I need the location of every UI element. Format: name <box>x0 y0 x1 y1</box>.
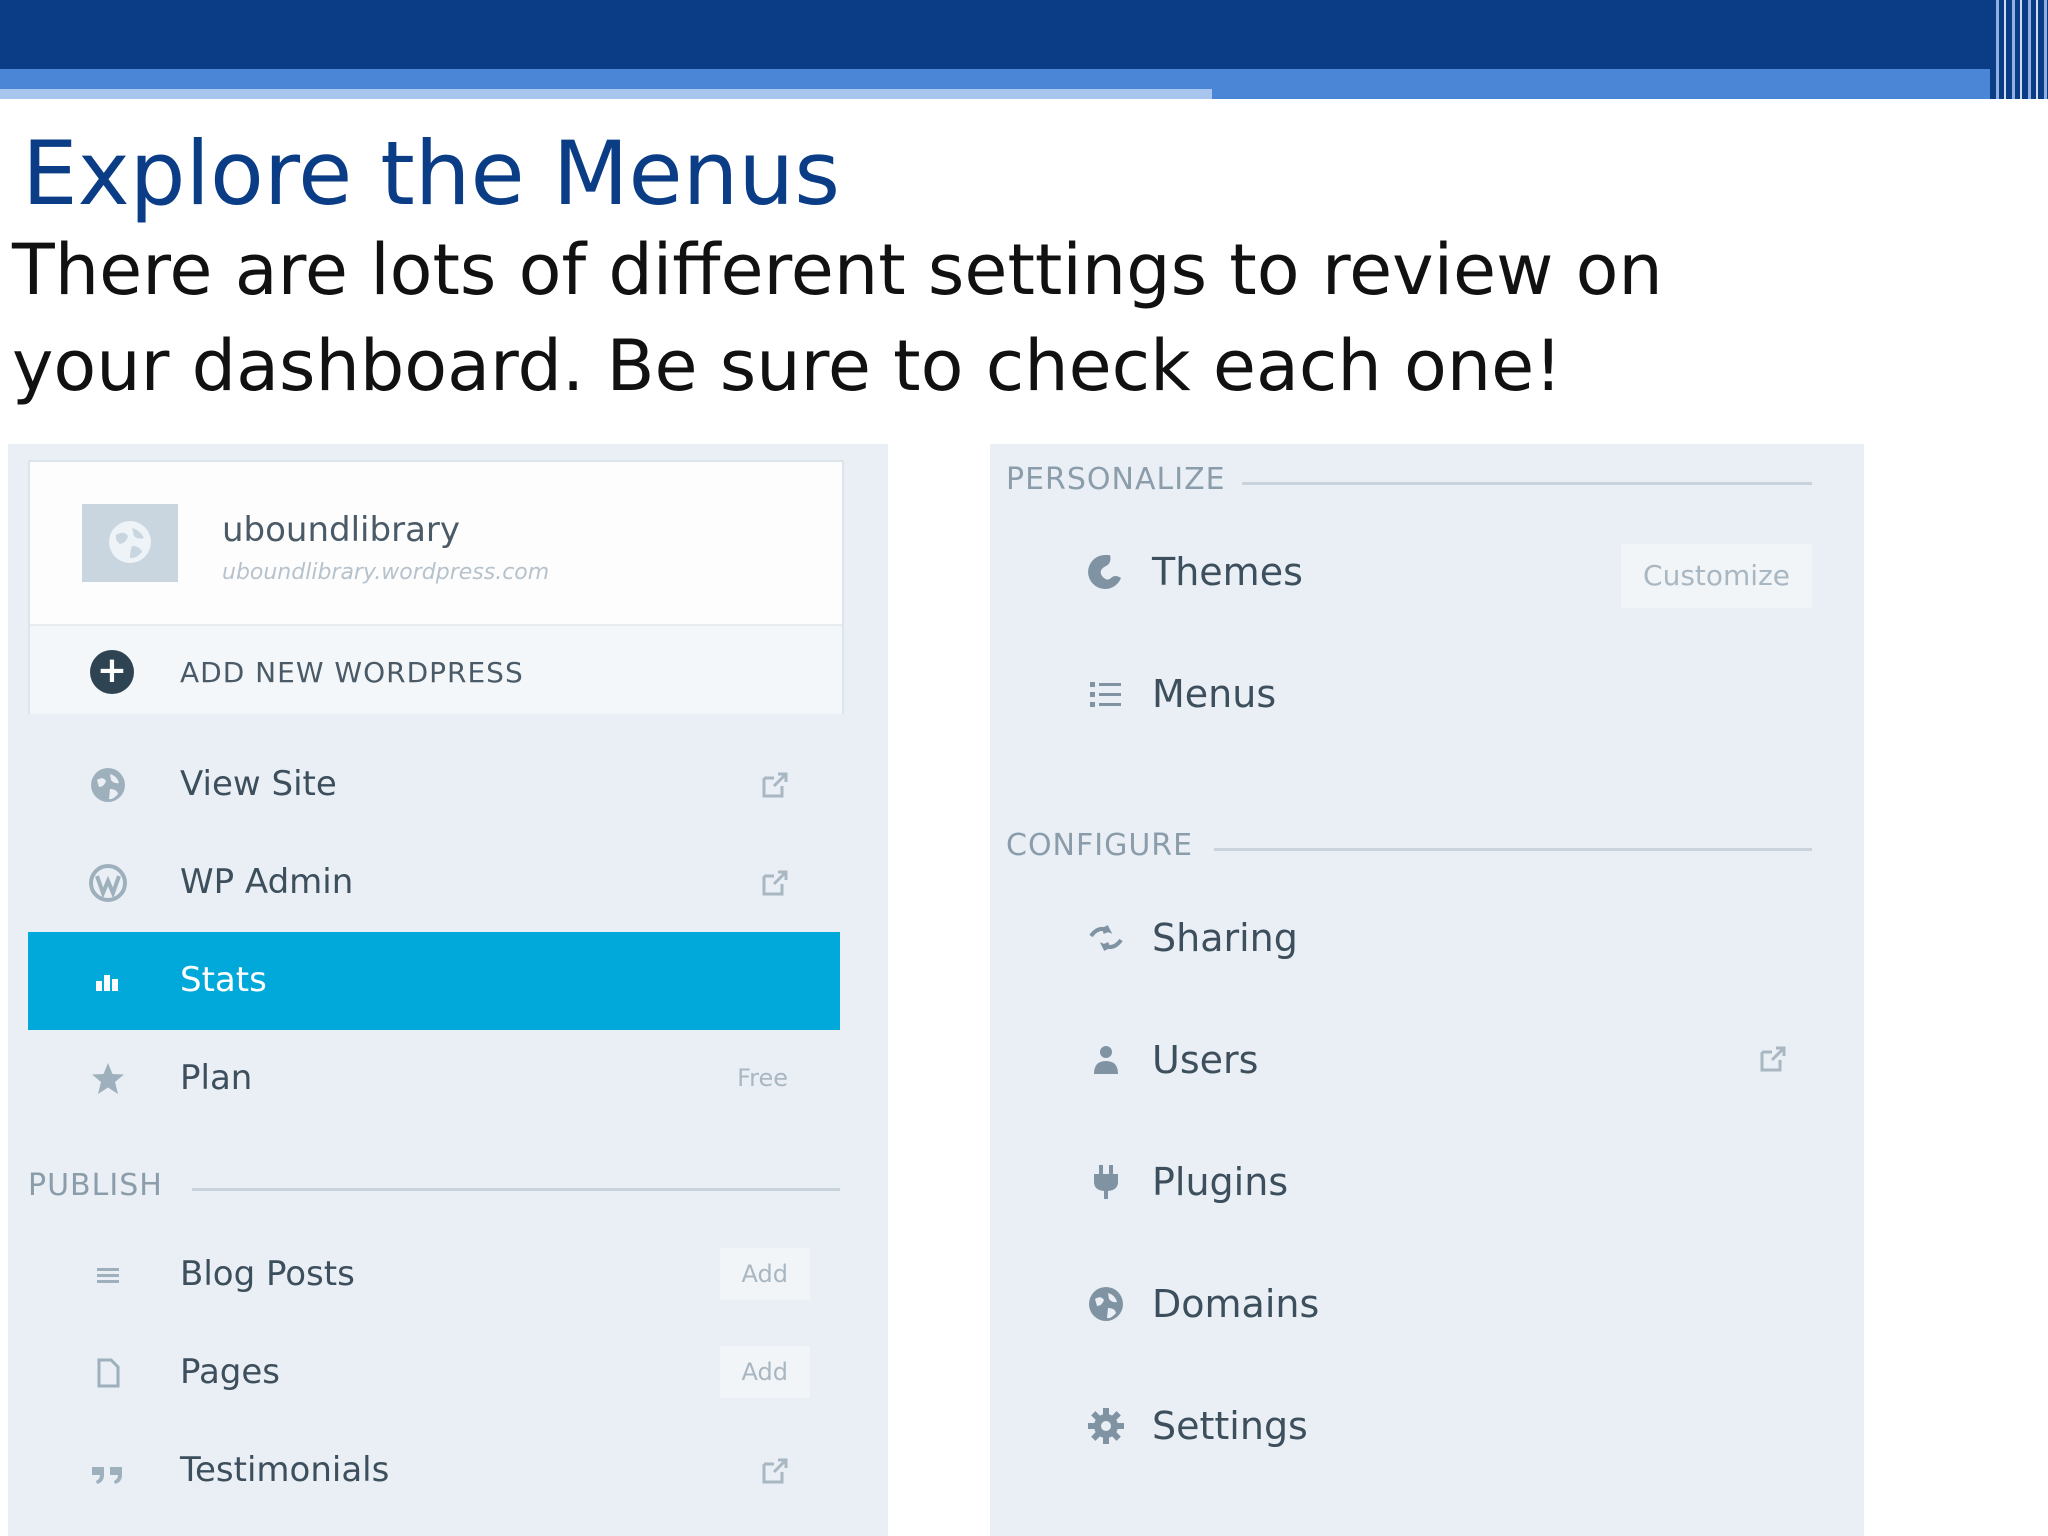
add-page-button[interactable]: Add <box>719 1346 810 1398</box>
add-new-wordpress-button[interactable]: + ADD NEW WORDPRESS <box>30 624 842 714</box>
sidebar-item-wp-admin[interactable]: WP Admin <box>28 834 840 932</box>
sidebar-item-view-site[interactable]: View Site <box>28 736 840 834</box>
sidebar-item-blog-posts[interactable]: Blog Posts Add <box>28 1226 840 1324</box>
sidebar-item-settings[interactable]: Settings <box>1010 1366 1822 1488</box>
left-sidebar-screenshot: uboundlibrary uboundlibrary.wordpress.co… <box>8 444 888 1536</box>
quote-icon <box>92 1467 122 1484</box>
sidebar-item-testimonials[interactable]: Testimonials <box>28 1422 840 1520</box>
add-blog-post-button[interactable]: Add <box>719 1248 810 1300</box>
sidebar-item-label: Stats <box>180 960 267 1000</box>
customize-button[interactable]: Customize <box>1621 544 1812 608</box>
sidebar-item-label: Domains <box>1152 1282 1320 1326</box>
section-heading-publish: PUBLISH <box>28 1168 840 1208</box>
sidebar-item-label: Themes <box>1152 550 1303 594</box>
globe-icon <box>1089 1287 1123 1321</box>
user-icon <box>1094 1046 1118 1074</box>
section-divider <box>1242 482 1812 485</box>
header-light-band <box>0 89 1212 99</box>
plan-badge: Free <box>737 1064 788 1092</box>
sidebar-item-plan[interactable]: Plan Free <box>28 1030 840 1128</box>
section-heading-configure: CONFIGURE <box>1006 828 1812 868</box>
sidebar-item-plugins[interactable]: Plugins <box>1010 1122 1822 1244</box>
sidebar-item-themes[interactable]: Themes Customize <box>1010 512 1822 634</box>
list-icon <box>1090 682 1121 707</box>
section-heading-label: PERSONALIZE <box>1006 462 1226 497</box>
external-link-icon <box>762 772 788 798</box>
sidebar-item-label: Settings <box>1152 1404 1308 1448</box>
header-band <box>0 0 1990 69</box>
sidebar-item-domains[interactable]: Domains <box>1010 1244 1822 1366</box>
right-sidebar-screenshot: PERSONALIZE Themes Customize Menus CONFI… <box>990 444 1864 1536</box>
gear-icon <box>1088 1408 1124 1444</box>
lines-icon <box>97 1268 119 1283</box>
bar-chart-icon <box>96 975 118 991</box>
add-new-label: ADD NEW WORDPRESS <box>180 656 524 689</box>
site-card[interactable]: uboundlibrary uboundlibrary.wordpress.co… <box>28 460 844 714</box>
share-icon <box>1089 925 1123 951</box>
external-link-icon <box>762 1458 788 1484</box>
wordpress-icon <box>89 864 127 902</box>
sidebar-item-sharing[interactable]: Sharing <box>1010 878 1822 1000</box>
section-heading-label: CONFIGURE <box>1006 828 1194 863</box>
palette-icon <box>1088 554 1121 589</box>
sidebar-item-label: View Site <box>180 764 337 804</box>
sidebar-item-label: WP Admin <box>180 862 354 902</box>
globe-icon <box>109 521 151 563</box>
star-icon <box>92 1063 124 1094</box>
sidebar-item-label: Plan <box>180 1058 253 1098</box>
sidebar-item-label: Testimonials <box>180 1450 390 1490</box>
sidebar-item-users[interactable]: Users <box>1010 1000 1822 1122</box>
plug-icon <box>1094 1165 1118 1199</box>
section-heading-personalize: PERSONALIZE <box>1006 462 1812 502</box>
sidebar-item-stats[interactable]: Stats <box>28 932 840 1030</box>
section-divider <box>192 1188 840 1191</box>
sidebar-item-label: Blog Posts <box>180 1254 355 1294</box>
section-divider <box>1214 848 1812 851</box>
slide-title: Explore the Menus <box>22 122 841 225</box>
sidebar-item-label: Plugins <box>1152 1160 1289 1204</box>
external-link-icon <box>762 870 788 896</box>
site-name: uboundlibrary <box>222 510 460 550</box>
sidebar-item-menus[interactable]: Menus <box>1010 634 1822 756</box>
globe-icon <box>91 768 125 802</box>
header-stripes <box>1990 0 2048 99</box>
slide-body: There are lots of different settings to … <box>12 229 1663 407</box>
external-link-icon <box>1760 1046 1786 1072</box>
sidebar-item-pages[interactable]: Pages Add <box>28 1324 840 1422</box>
section-heading-label: PUBLISH <box>28 1168 163 1203</box>
page-icon <box>97 1358 120 1388</box>
sidebar-item-label: Users <box>1152 1038 1259 1082</box>
sidebar-item-label: Sharing <box>1152 916 1298 960</box>
plus-circle-icon: + <box>90 650 134 694</box>
site-url: uboundlibrary.wordpress.com <box>222 560 550 585</box>
site-avatar <box>82 504 178 582</box>
sidebar-item-label: Menus <box>1152 672 1277 716</box>
sidebar-item-label: Pages <box>180 1352 281 1392</box>
